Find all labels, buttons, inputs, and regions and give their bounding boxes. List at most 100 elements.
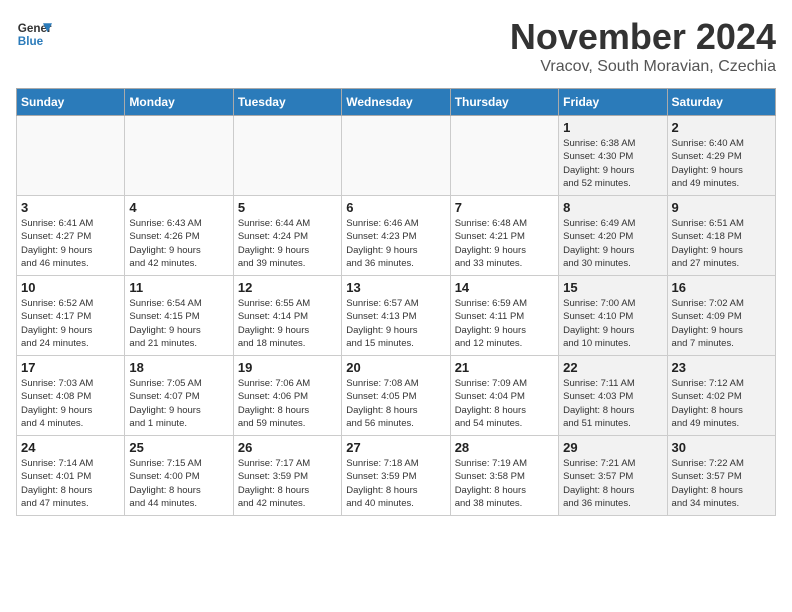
day-info: Sunrise: 6:48 AM Sunset: 4:21 PM Dayligh…: [455, 217, 554, 270]
day-info: Sunrise: 7:19 AM Sunset: 3:58 PM Dayligh…: [455, 457, 554, 510]
calendar-cell: 5 Sunrise: 6:44 AM Sunset: 4:24 PM Daylig…: [233, 196, 341, 276]
day-of-week-header: Tuesday: [233, 89, 341, 116]
calendar-table: SundayMondayTuesdayWednesdayThursdayFrid…: [16, 88, 776, 516]
calendar-cell: 19 Sunrise: 7:06 AM Sunset: 4:06 PM Dayli…: [233, 356, 341, 436]
logo: General Blue: [16, 16, 52, 52]
calendar-cell: 30 Sunrise: 7:22 AM Sunset: 3:57 PM Dayli…: [667, 436, 775, 516]
day-info: Sunrise: 6:41 AM Sunset: 4:27 PM Dayligh…: [21, 217, 120, 270]
day-number: 9: [672, 200, 771, 215]
calendar-cell: 3 Sunrise: 6:41 AM Sunset: 4:27 PM Daylig…: [17, 196, 125, 276]
day-number: 3: [21, 200, 120, 215]
day-number: 5: [238, 200, 337, 215]
day-info: Sunrise: 7:06 AM Sunset: 4:06 PM Dayligh…: [238, 377, 337, 430]
calendar-week-row: 3 Sunrise: 6:41 AM Sunset: 4:27 PM Daylig…: [17, 196, 776, 276]
day-number: 11: [129, 280, 228, 295]
day-info: Sunrise: 7:00 AM Sunset: 4:10 PM Dayligh…: [563, 297, 662, 350]
page-header: General Blue November 2024 Vracov, South…: [16, 16, 776, 76]
day-info: Sunrise: 7:15 AM Sunset: 4:00 PM Dayligh…: [129, 457, 228, 510]
calendar-cell: 28 Sunrise: 7:19 AM Sunset: 3:58 PM Dayli…: [450, 436, 558, 516]
day-info: Sunrise: 6:59 AM Sunset: 4:11 PM Dayligh…: [455, 297, 554, 350]
day-info: Sunrise: 7:21 AM Sunset: 3:57 PM Dayligh…: [563, 457, 662, 510]
day-info: Sunrise: 7:17 AM Sunset: 3:59 PM Dayligh…: [238, 457, 337, 510]
calendar-cell: 20 Sunrise: 7:08 AM Sunset: 4:05 PM Dayli…: [342, 356, 450, 436]
day-number: 21: [455, 360, 554, 375]
day-number: 18: [129, 360, 228, 375]
day-info: Sunrise: 7:03 AM Sunset: 4:08 PM Dayligh…: [21, 377, 120, 430]
day-number: 30: [672, 440, 771, 455]
day-info: Sunrise: 6:55 AM Sunset: 4:14 PM Dayligh…: [238, 297, 337, 350]
day-number: 15: [563, 280, 662, 295]
day-number: 10: [21, 280, 120, 295]
calendar-week-row: 10 Sunrise: 6:52 AM Sunset: 4:17 PM Dayli…: [17, 276, 776, 356]
title-area: November 2024 Vracov, South Moravian, Cz…: [510, 16, 776, 76]
day-of-week-header: Wednesday: [342, 89, 450, 116]
day-number: 24: [21, 440, 120, 455]
day-info: Sunrise: 6:44 AM Sunset: 4:24 PM Dayligh…: [238, 217, 337, 270]
day-of-week-header: Sunday: [17, 89, 125, 116]
day-number: 8: [563, 200, 662, 215]
day-of-week-header: Monday: [125, 89, 233, 116]
day-number: 20: [346, 360, 445, 375]
location-title: Vracov, South Moravian, Czechia: [510, 58, 776, 76]
day-of-week-header: Saturday: [667, 89, 775, 116]
day-info: Sunrise: 6:40 AM Sunset: 4:29 PM Dayligh…: [672, 137, 771, 190]
calendar-week-row: 17 Sunrise: 7:03 AM Sunset: 4:08 PM Dayli…: [17, 356, 776, 436]
day-info: Sunrise: 7:12 AM Sunset: 4:02 PM Dayligh…: [672, 377, 771, 430]
day-number: 4: [129, 200, 228, 215]
day-number: 29: [563, 440, 662, 455]
calendar-cell: 17 Sunrise: 7:03 AM Sunset: 4:08 PM Dayli…: [17, 356, 125, 436]
calendar-cell: 1Sunrise: 6:38 AM Sunset: 4:30 PM Daylig…: [559, 116, 667, 196]
calendar-cell: 24 Sunrise: 7:14 AM Sunset: 4:01 PM Dayli…: [17, 436, 125, 516]
calendar-cell: 16Sunrise: 7:02 AM Sunset: 4:09 PM Dayli…: [667, 276, 775, 356]
day-info: Sunrise: 6:38 AM Sunset: 4:30 PM Dayligh…: [563, 137, 662, 190]
calendar-cell: 12 Sunrise: 6:55 AM Sunset: 4:14 PM Dayli…: [233, 276, 341, 356]
calendar-cell: 9 Sunrise: 6:51 AM Sunset: 4:18 PM Daylig…: [667, 196, 775, 276]
calendar-cell: 25 Sunrise: 7:15 AM Sunset: 4:00 PM Dayli…: [125, 436, 233, 516]
day-info: Sunrise: 7:08 AM Sunset: 4:05 PM Dayligh…: [346, 377, 445, 430]
calendar-cell: 15 Sunrise: 7:00 AM Sunset: 4:10 PM Dayli…: [559, 276, 667, 356]
day-number: 12: [238, 280, 337, 295]
day-number: 16: [672, 280, 771, 295]
calendar-cell: 10 Sunrise: 6:52 AM Sunset: 4:17 PM Dayli…: [17, 276, 125, 356]
day-number: 13: [346, 280, 445, 295]
day-number: 22: [563, 360, 662, 375]
calendar-cell: [125, 116, 233, 196]
day-info: Sunrise: 7:22 AM Sunset: 3:57 PM Dayligh…: [672, 457, 771, 510]
day-info: Sunrise: 7:05 AM Sunset: 4:07 PM Dayligh…: [129, 377, 228, 430]
day-number: 17: [21, 360, 120, 375]
day-info: Sunrise: 7:14 AM Sunset: 4:01 PM Dayligh…: [21, 457, 120, 510]
day-number: 6: [346, 200, 445, 215]
calendar-cell: 18 Sunrise: 7:05 AM Sunset: 4:07 PM Dayli…: [125, 356, 233, 436]
day-info: Sunrise: 6:46 AM Sunset: 4:23 PM Dayligh…: [346, 217, 445, 270]
calendar-cell: [342, 116, 450, 196]
day-info: Sunrise: 7:18 AM Sunset: 3:59 PM Dayligh…: [346, 457, 445, 510]
calendar-cell: 4 Sunrise: 6:43 AM Sunset: 4:26 PM Daylig…: [125, 196, 233, 276]
logo-icon: General Blue: [16, 16, 52, 52]
day-info: Sunrise: 7:11 AM Sunset: 4:03 PM Dayligh…: [563, 377, 662, 430]
day-info: Sunrise: 6:54 AM Sunset: 4:15 PM Dayligh…: [129, 297, 228, 350]
calendar-week-row: 1Sunrise: 6:38 AM Sunset: 4:30 PM Daylig…: [17, 116, 776, 196]
calendar-cell: 26 Sunrise: 7:17 AM Sunset: 3:59 PM Dayli…: [233, 436, 341, 516]
calendar-cell: 14 Sunrise: 6:59 AM Sunset: 4:11 PM Dayli…: [450, 276, 558, 356]
day-info: Sunrise: 6:49 AM Sunset: 4:20 PM Dayligh…: [563, 217, 662, 270]
day-number: 23: [672, 360, 771, 375]
day-number: 25: [129, 440, 228, 455]
calendar-week-row: 24 Sunrise: 7:14 AM Sunset: 4:01 PM Dayli…: [17, 436, 776, 516]
day-of-week-header: Friday: [559, 89, 667, 116]
calendar-cell: 13Sunrise: 6:57 AM Sunset: 4:13 PM Dayli…: [342, 276, 450, 356]
day-info: Sunrise: 6:52 AM Sunset: 4:17 PM Dayligh…: [21, 297, 120, 350]
day-info: Sunrise: 6:51 AM Sunset: 4:18 PM Dayligh…: [672, 217, 771, 270]
calendar-cell: 27Sunrise: 7:18 AM Sunset: 3:59 PM Dayli…: [342, 436, 450, 516]
day-number: 19: [238, 360, 337, 375]
day-info: Sunrise: 6:43 AM Sunset: 4:26 PM Dayligh…: [129, 217, 228, 270]
calendar-cell: 11 Sunrise: 6:54 AM Sunset: 4:15 PM Dayli…: [125, 276, 233, 356]
month-title: November 2024: [510, 16, 776, 58]
calendar-cell: 7 Sunrise: 6:48 AM Sunset: 4:21 PM Daylig…: [450, 196, 558, 276]
day-number: 28: [455, 440, 554, 455]
day-number: 14: [455, 280, 554, 295]
day-number: 26: [238, 440, 337, 455]
calendar-cell: [233, 116, 341, 196]
day-number: 7: [455, 200, 554, 215]
day-of-week-header: Thursday: [450, 89, 558, 116]
calendar-cell: [17, 116, 125, 196]
